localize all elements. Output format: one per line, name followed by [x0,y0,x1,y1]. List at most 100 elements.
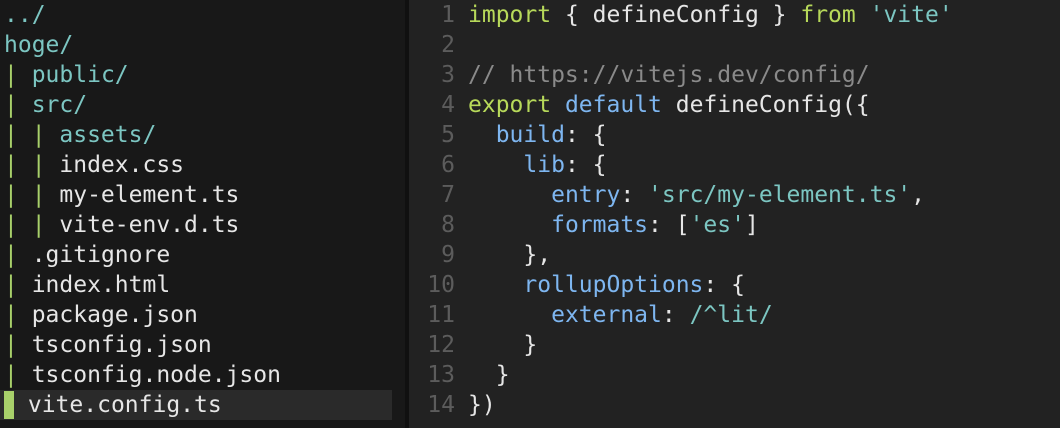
line-number: 12 [427,332,455,358]
tree-indent-guide: | | [4,122,60,148]
code-line[interactable]: 6 lib: { [409,150,1060,180]
code-token: /^lit/ [689,302,773,328]
code-token: 'src/my-element.ts' [648,182,912,208]
code-token: , [911,182,926,208]
code-line[interactable]: 13 } [409,360,1060,390]
tree-item-label: index.css [59,152,185,178]
code-token: rollupOptions [523,272,704,298]
code-token: : { [564,122,607,148]
code-line[interactable]: 4 export default defineConfig({ [409,90,1060,120]
tree-item-file[interactable]: | package.json [0,300,405,330]
code-token: : [ [648,212,690,238]
code-text: export default defineConfig({ [468,90,870,120]
line-number: 11 [427,302,455,328]
code-token: export [468,92,552,118]
code-line[interactable]: 9 }, [409,240,1060,270]
code-text: rollupOptions: { [468,270,745,300]
tree-item-file[interactable]: | tsconfig.node.json [0,360,405,390]
code-token: 'vite' [869,2,953,28]
code-line[interactable]: 1 import { defineConfig } from 'vite' [409,0,1060,30]
code-token: // https://vitejs.dev/config/ [468,62,870,88]
code-token: : { [564,152,607,178]
code-token: from [800,2,856,28]
code-text: entry: 'src/my-element.ts', [468,180,925,210]
code-line[interactable]: 12 } [409,330,1060,360]
line-number: 2 [441,32,455,58]
tree-item-file[interactable]: | .gitignore [0,240,405,270]
line-number: 13 [427,362,455,388]
tree-indent-guide: | | [4,212,60,238]
tree-item-directory[interactable]: ../ [0,0,405,30]
code-line[interactable]: 2 [409,30,1060,60]
tree-indent-guide: | [4,362,32,388]
tree-item-file[interactable]: | | my-element.ts [0,180,405,210]
code-token: : { [703,272,745,298]
tree-item-directory[interactable]: hoge/ [0,30,405,60]
code-text: external: /^lit/ [468,300,773,330]
code-text: lib: { [468,150,606,180]
code-token: formats [551,212,649,238]
tree-indent-guide: | [4,302,32,328]
line-number: 3 [441,62,455,88]
tree-indent-guide: | [4,272,32,298]
editor-window: ../hoge/| public/| src/| | assets/| | in… [0,0,1060,428]
code-token: { [551,2,593,28]
code-token: default [564,92,662,118]
code-text: formats: ['es'] [468,210,759,240]
line-number: 9 [441,242,455,268]
code-token: defineConfig [592,2,759,28]
tree-item-directory[interactable]: | | assets/ [0,120,405,150]
code-token: } [758,2,801,28]
line-number: 7 [441,182,455,208]
code-token: import [468,2,552,28]
code-token: defineConfig [675,92,842,118]
line-number: 6 [441,152,455,178]
tree-item-label: tsconfig.json [31,332,212,358]
code-line[interactable]: 7 entry: 'src/my-element.ts', [409,180,1060,210]
code-line[interactable]: 11 external: /^lit/ [409,300,1060,330]
tree-item-file[interactable]: | index.html [0,270,405,300]
code-line[interactable]: 14}) [409,390,1060,420]
tree-item-label: assets/ [59,122,157,148]
tree-item-directory[interactable]: | src/ [0,90,405,120]
tree-item-directory[interactable]: | public/ [0,60,405,90]
tree-item-label: vite.config.ts [27,392,222,418]
code-token: ({ [841,92,870,118]
tree-item-label: tsconfig.node.json [31,362,281,388]
code-token: : [620,182,649,208]
tree-item-file[interactable]: | tsconfig.json [0,330,405,360]
code-text: } [468,330,537,360]
tree-item-label: vite-env.d.ts [59,212,240,238]
tree-item-label: index.html [31,272,171,298]
code-text: import { defineConfig } from 'vite' [468,0,953,30]
tree-item-label: hoge/ [4,32,74,58]
line-number: 10 [427,272,455,298]
code-line[interactable]: 5 build: { [409,120,1060,150]
tree-item-file[interactable]: vite.config.ts [0,390,392,420]
line-number: 14 [427,392,455,418]
tree-item-label: my-element.ts [59,182,240,208]
tree-indent-guide: | | [4,182,60,208]
tree-item-file[interactable]: | | index.css [0,150,405,180]
line-number: 1 [441,2,455,28]
tree-indent-guide: | [4,242,32,268]
tree-indent-guide: | [4,332,32,358]
code-token: }, [468,242,552,268]
line-number: 4 [441,92,455,118]
code-line[interactable]: 3 // https://vitejs.dev/config/ [409,60,1060,90]
code-line[interactable]: 10 rollupOptions: { [409,270,1060,300]
code-editor[interactable]: 1 import { defineConfig } from 'vite' 2 3 //… [409,0,1060,428]
code-token: external [551,302,662,328]
code-token: : [661,302,690,328]
tree-item-file[interactable]: | | vite-env.d.ts [0,210,405,240]
tree-indent-guide: | | [4,152,60,178]
code-line[interactable]: 8 formats: ['es'] [409,210,1060,240]
file-tree-panel: ../hoge/| public/| src/| | assets/| | in… [0,0,405,428]
code-token: 'es' [689,212,745,238]
